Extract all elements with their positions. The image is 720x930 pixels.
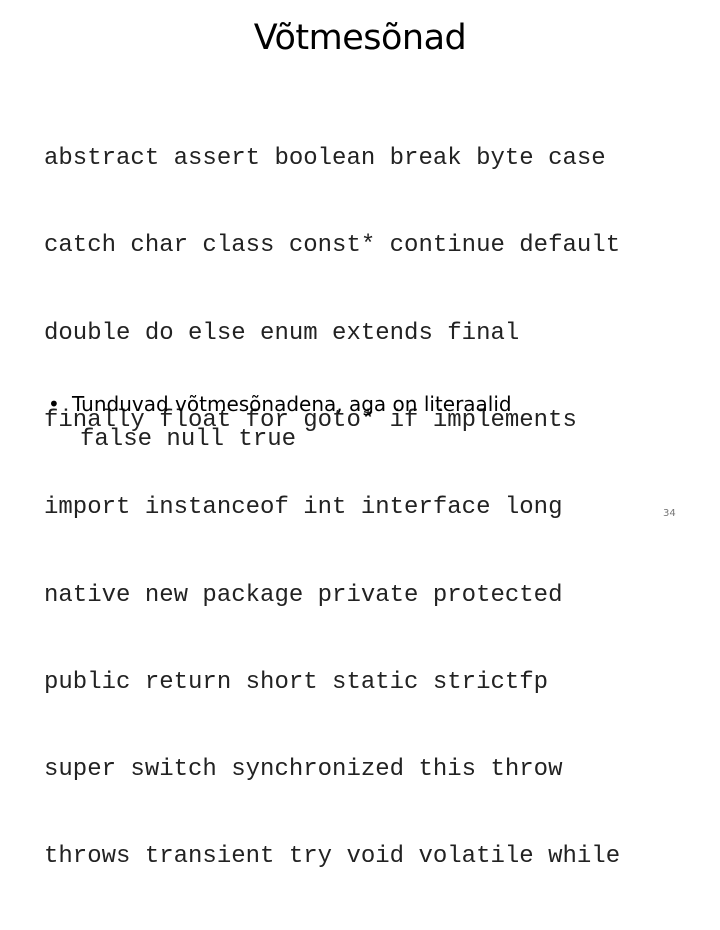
keyword-line: public return short static strictfp: [44, 668, 549, 696]
keyword-line: catch char class const* continue default: [44, 232, 621, 260]
keyword-line: double do else enum extends final: [44, 319, 520, 347]
keyword-line: throws transient try void volatile while: [44, 843, 621, 871]
bullet-icon: •: [48, 392, 60, 416]
page-number: 34: [663, 508, 676, 519]
keyword-line: import instanceof int interface long: [44, 494, 563, 522]
keyword-line: abstract assert boolean break byte case: [44, 145, 606, 173]
slide-title: Võtmesõnad: [253, 18, 467, 58]
keyword-line: native new package private protected: [44, 581, 563, 609]
bullet-item: • Tunduvad võtmesõnadena, aga on literaal…: [48, 392, 512, 416]
literal-code: false null true: [80, 426, 297, 453]
bullet-text: Tunduvad võtmesõnadena, aga on literaali…: [72, 392, 512, 416]
keyword-list: abstract assert boolean break byte case …: [44, 86, 620, 930]
keyword-line: super switch synchronized this throw: [44, 756, 563, 784]
